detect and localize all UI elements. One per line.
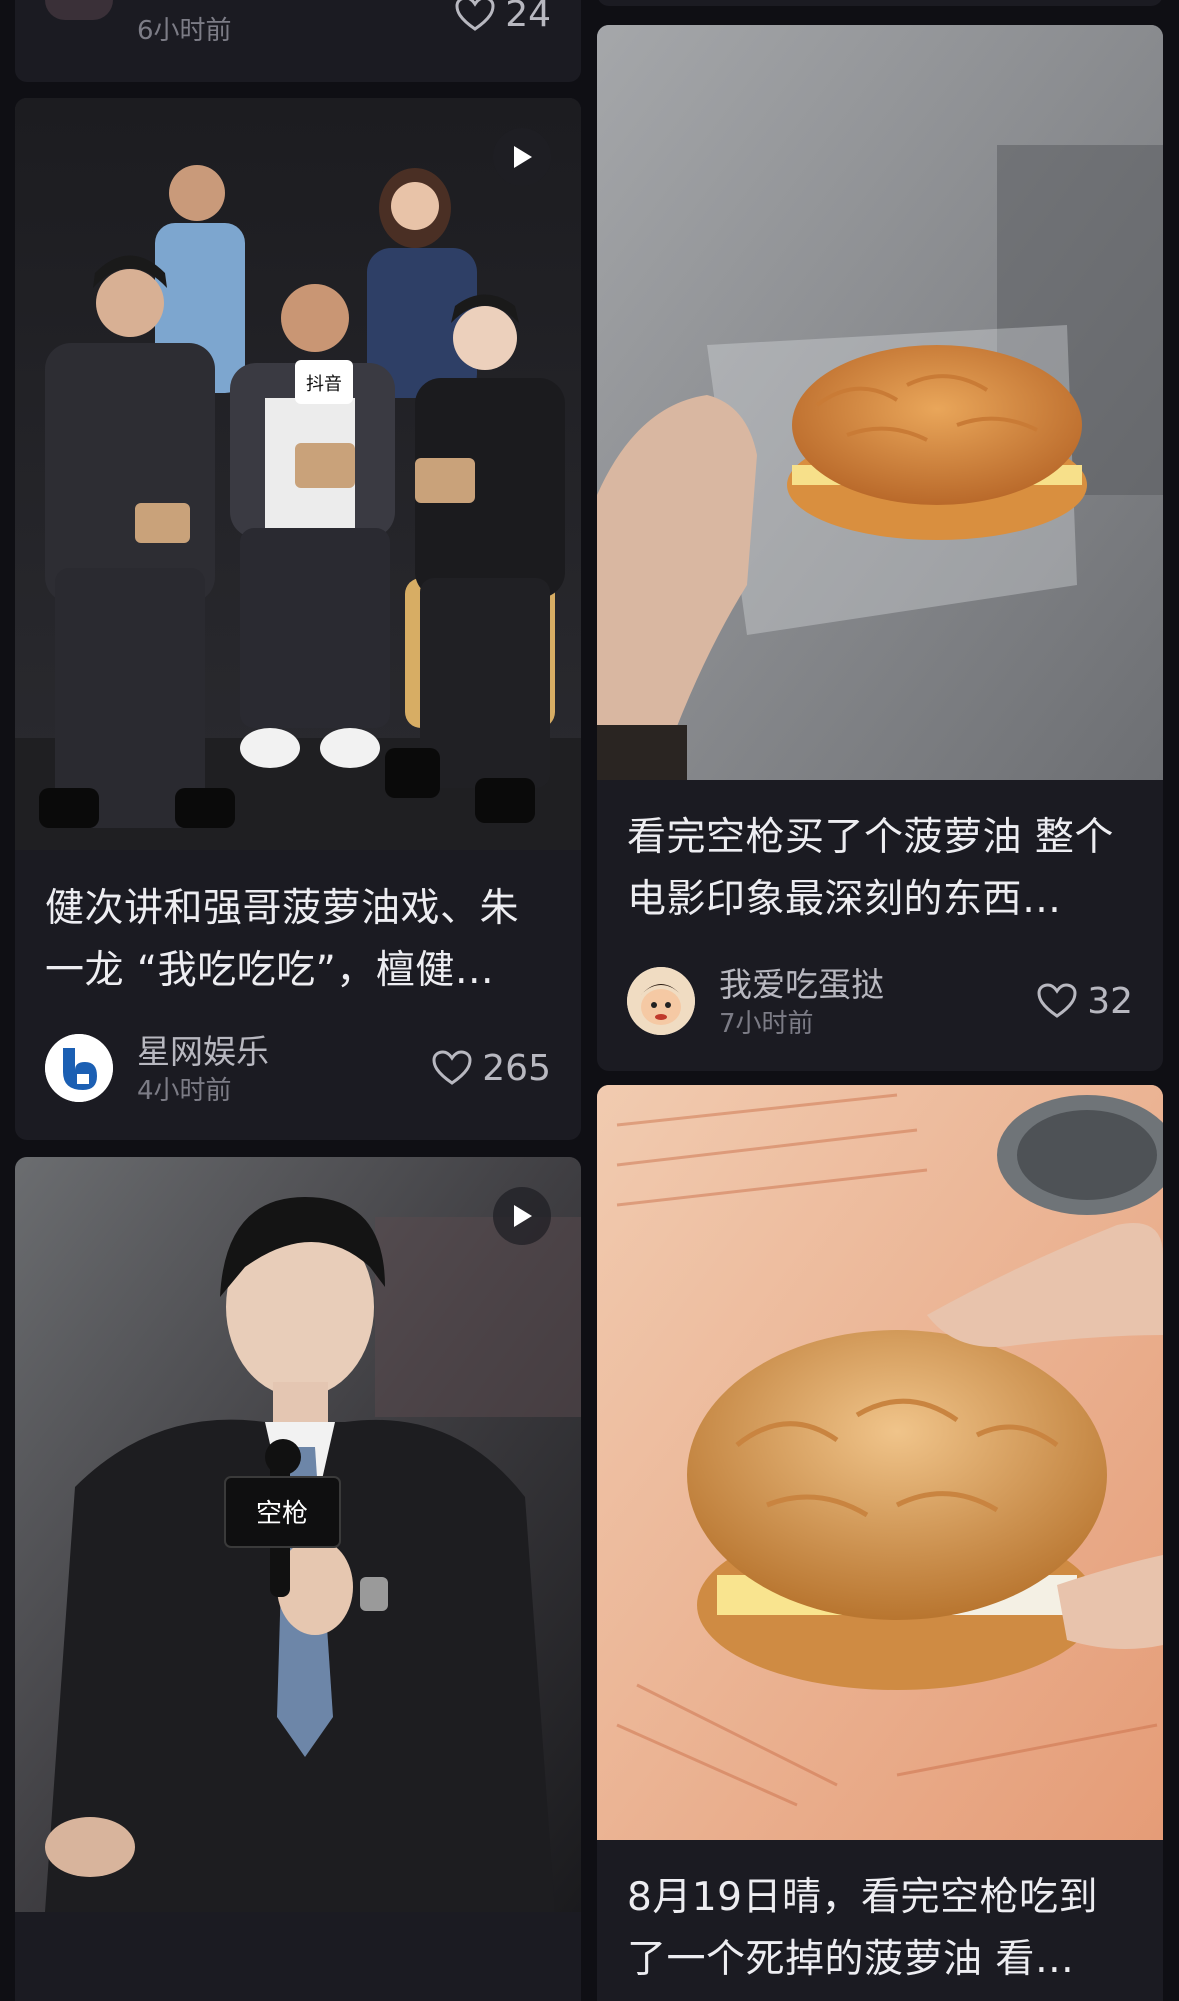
post-title[interactable]: 健次讲和强哥菠萝油戏、朱一龙 “我吃吃吃”，檀健… [45, 878, 555, 1002]
heart-icon [1037, 983, 1077, 1018]
like-button[interactable]: 24 [455, 0, 551, 36]
group-photo-icon: 抖音 [15, 98, 581, 850]
like-count: 265 [482, 1047, 551, 1089]
feed-card[interactable]: 看完空枪买了个菠萝油 整个电影印象最深刻的东西… 我爱吃蛋挞 7小时前 32 [597, 25, 1163, 1071]
feed-card[interactable]: 空枪 [15, 1157, 581, 2001]
overlay-text: 抖音 [306, 374, 342, 395]
cartoon-avatar-icon [627, 967, 695, 1035]
speaker-with-microphone-icon: 空枪 [15, 1157, 581, 1912]
pineapple-bun-icon [597, 25, 1163, 780]
play-button[interactable] [493, 1187, 551, 1245]
post-image[interactable] [597, 1085, 1163, 1840]
play-icon [514, 146, 532, 168]
video-thumbnail[interactable]: 空枪 [15, 1157, 581, 1912]
video-thumbnail[interactable]: 抖音 [15, 98, 581, 850]
channel-logo-icon [45, 1034, 113, 1102]
author-name[interactable]: 星网娱乐 [137, 1032, 269, 1072]
feed-card[interactable]: 抖音 健次讲和强哥菠萝油戏、朱一龙 “我吃吃吃”，檀健… 星网娱乐 4小时前 2… [15, 98, 581, 1140]
feed-card-partial [597, 0, 1163, 6]
author-row: 我爱吃蛋挞 7小时前 32 [627, 961, 1133, 1039]
like-count: 24 [505, 0, 551, 35]
mic-label: 空枪 [256, 1499, 308, 1529]
avatar[interactable] [45, 1034, 113, 1102]
like-button[interactable]: 265 [432, 1046, 551, 1090]
post-image[interactable] [597, 25, 1163, 780]
feed-card-partial[interactable]: 6小时前 24 [15, 0, 581, 82]
feed-card[interactable]: 8月19日晴，看完空枪吃到了一个死掉的菠萝油 看… [597, 1085, 1163, 2001]
like-button[interactable]: 32 [1037, 979, 1133, 1023]
author-name[interactable]: 我爱吃蛋挞 [719, 965, 884, 1005]
heart-icon [432, 1050, 472, 1085]
post-time: 4小时前 [137, 1076, 232, 1106]
post-time: 6小时前 [137, 16, 232, 46]
post-title[interactable]: 看完空枪买了个菠萝油 整个电影印象最深刻的东西… [627, 807, 1137, 931]
pineapple-bun-icon [597, 1085, 1163, 1840]
author-row: 星网娱乐 4小时前 265 [45, 1028, 551, 1106]
play-icon [514, 1205, 532, 1227]
play-button[interactable] [493, 128, 551, 186]
post-time: 7小时前 [719, 1009, 814, 1039]
feed-page: 6小时前 24 抖音 健次讲和强哥菠萝油戏、朱一龙 “我吃吃吃”，檀健… 星网娱… [0, 0, 1179, 2001]
heart-icon [455, 0, 495, 31]
post-title[interactable]: 8月19日晴，看完空枪吃到了一个死掉的菠萝油 看… [627, 1867, 1137, 1991]
like-count: 32 [1087, 980, 1133, 1022]
avatar[interactable] [627, 967, 695, 1035]
avatar[interactable] [45, 0, 113, 20]
